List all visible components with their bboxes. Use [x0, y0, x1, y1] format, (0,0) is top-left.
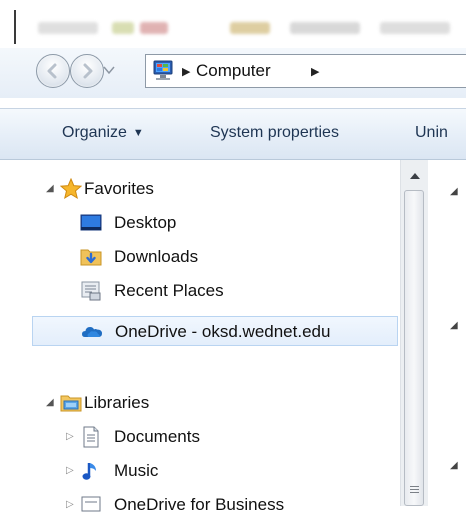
- desktop-icon: [80, 214, 102, 231]
- group-collapse-icon[interactable]: ◢: [450, 320, 458, 331]
- content-pane: ◢ ◢ ◢: [428, 160, 466, 506]
- tree-item-onedrive-business[interactable]: ▷ OneDrive for Business: [0, 490, 400, 520]
- music-note-icon: [82, 463, 96, 480]
- tree-item-favorites[interactable]: ◢ Favorites: [0, 174, 400, 204]
- quick-access-icon-blur: [380, 22, 450, 34]
- tree-item-onedrive[interactable]: OneDrive - oksd.wednet.edu: [32, 316, 398, 346]
- breadcrumb-computer[interactable]: Computer: [196, 61, 271, 81]
- back-button[interactable]: [36, 54, 70, 88]
- command-bar: Organize ▼ System properties Unin: [0, 108, 466, 160]
- title-bar: [0, 0, 466, 48]
- scroll-grip-icon: [410, 486, 419, 487]
- quick-access-blur: [38, 22, 98, 34]
- system-properties-button[interactable]: System properties: [210, 124, 339, 142]
- documents-label: Documents: [114, 427, 200, 446]
- collapse-arrow-icon[interactable]: ◢: [46, 183, 54, 194]
- tree-item-libraries[interactable]: ◢ Libraries: [0, 388, 400, 418]
- recent-pages-dropdown-icon[interactable]: [103, 65, 115, 75]
- window-edge: [14, 10, 16, 44]
- favorites-label: Favorites: [84, 179, 154, 198]
- onedrive-business-icon: [81, 496, 101, 512]
- group-collapse-icon[interactable]: ◢: [450, 460, 458, 471]
- downloads-label: Downloads: [114, 247, 199, 266]
- collapse-arrow-icon[interactable]: ◢: [46, 397, 54, 408]
- navigation-row: ▶ Computer ▶: [0, 48, 466, 98]
- organize-button[interactable]: Organize ▼: [62, 124, 144, 142]
- music-label: Music: [114, 461, 159, 480]
- onedrive-cloud-icon: [82, 327, 102, 337]
- onedrive-business-label: OneDrive for Business: [114, 495, 285, 514]
- star-icon: [60, 178, 82, 200]
- recent-places-label: Recent Places: [114, 281, 224, 300]
- onedrive-label: OneDrive - oksd.wednet.edu: [115, 322, 331, 341]
- navigation-pane: ◢ Favorites Desktop Downloads Recent Pla…: [0, 160, 400, 514]
- libraries-label: Libraries: [84, 393, 150, 412]
- chevron-down-icon: ▼: [132, 127, 144, 139]
- tree-item-recent-places[interactable]: Recent Places: [0, 276, 400, 306]
- quick-access-icon-blur: [290, 22, 360, 34]
- back-arrow-icon: [47, 63, 57, 79]
- downloads-folder-icon: [80, 249, 102, 266]
- expand-arrow-icon[interactable]: ▷: [66, 465, 74, 476]
- address-bar[interactable]: ▶ Computer ▶: [145, 54, 466, 88]
- tree-item-documents[interactable]: ▷ Documents: [0, 422, 400, 452]
- desktop-label: Desktop: [114, 213, 177, 232]
- tree-item-downloads[interactable]: Downloads: [0, 242, 400, 272]
- scroll-thumb[interactable]: [404, 190, 424, 506]
- tree-item-music[interactable]: ▷ Music: [0, 456, 400, 486]
- organize-label: Organize: [62, 124, 127, 141]
- quick-access-icon-blur: [112, 22, 134, 34]
- libraries-folder-icon: [60, 395, 82, 412]
- breadcrumb-separator-icon[interactable]: ▶: [311, 65, 319, 78]
- group-collapse-icon[interactable]: ◢: [450, 186, 458, 197]
- computer-icon: [153, 60, 173, 80]
- navigation-pane-scrollbar[interactable]: [400, 160, 429, 506]
- expand-arrow-icon[interactable]: ▷: [66, 499, 74, 510]
- uninstall-button[interactable]: Unin: [415, 124, 448, 142]
- tree-item-desktop[interactable]: Desktop: [0, 208, 400, 238]
- quick-access-icon-blur: [230, 22, 270, 34]
- documents-icon: [83, 426, 99, 448]
- expand-arrow-icon[interactable]: ▷: [66, 431, 74, 442]
- forward-button[interactable]: [70, 54, 104, 88]
- scroll-up-arrow-icon[interactable]: [405, 166, 425, 186]
- breadcrumb-separator-icon[interactable]: ▶: [182, 65, 190, 78]
- forward-arrow-icon: [83, 63, 93, 79]
- quick-access-icon-blur: [140, 22, 168, 34]
- recent-places-icon: [81, 281, 101, 301]
